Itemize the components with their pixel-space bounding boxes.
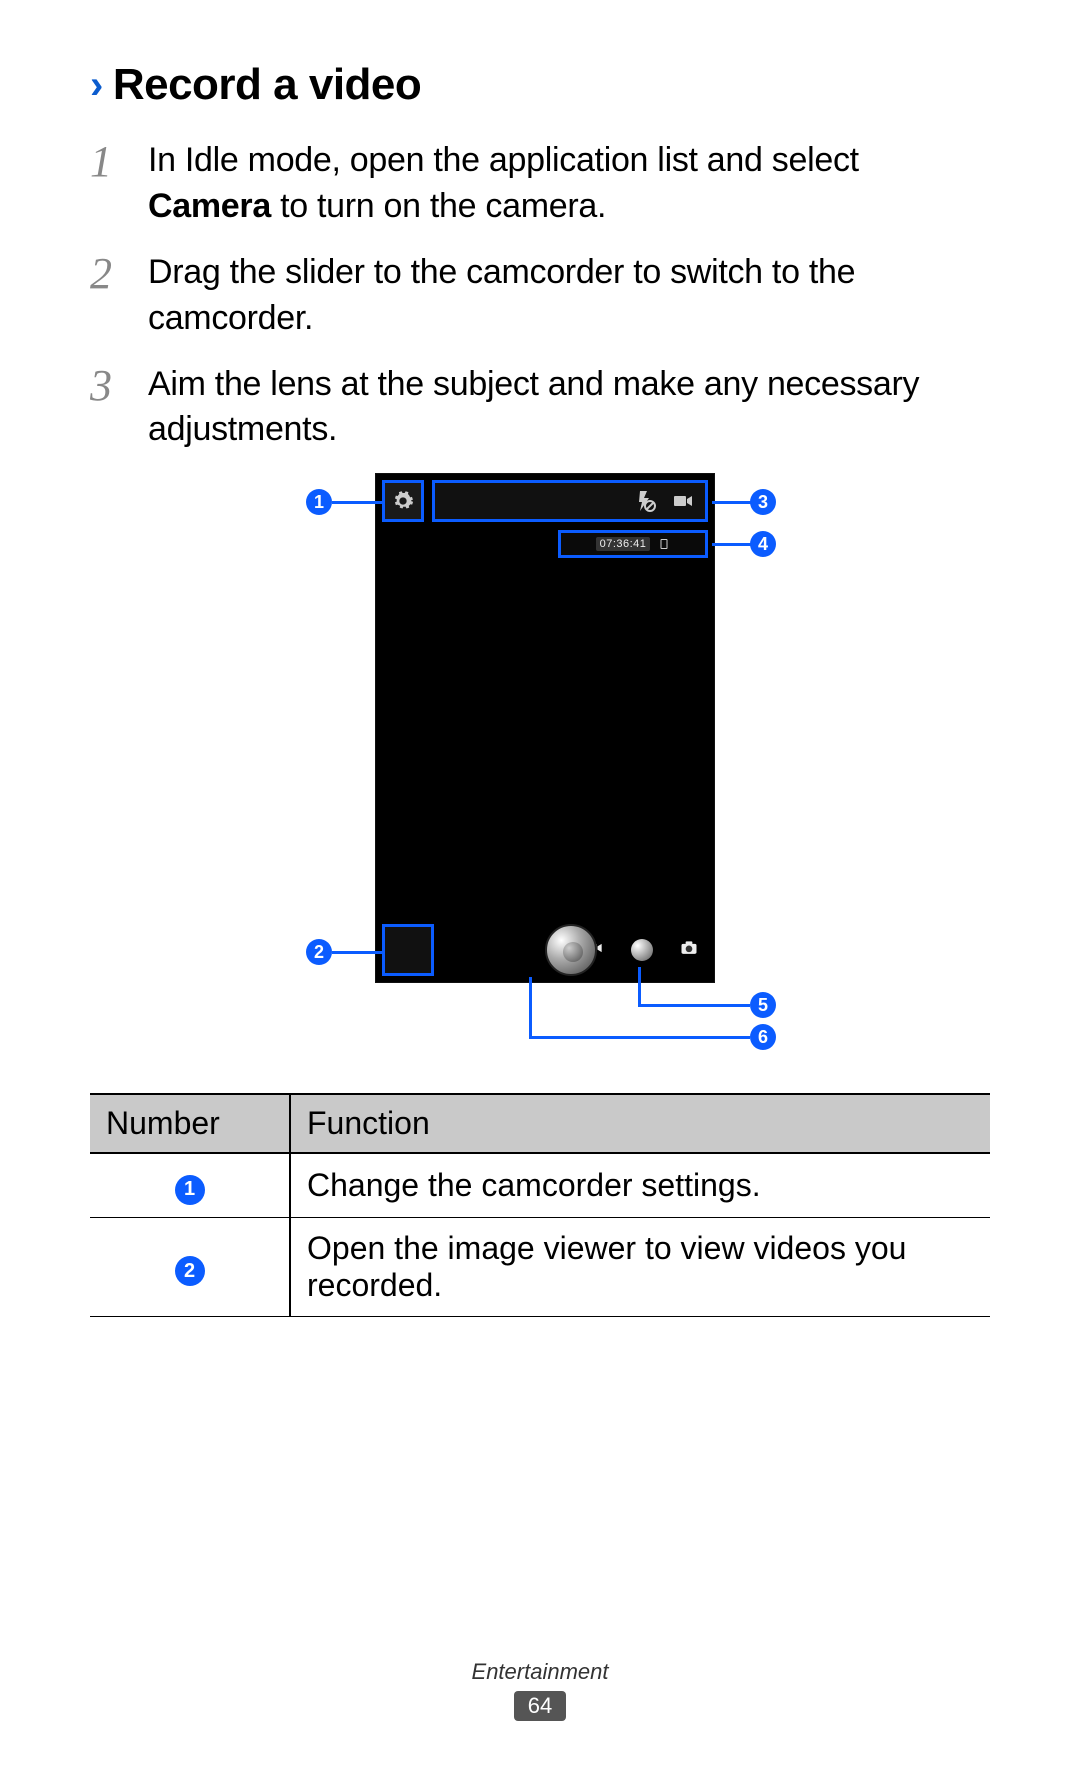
step-number: 1 [90, 138, 124, 184]
record-button[interactable] [545, 924, 597, 976]
row-badge: 1 [175, 1175, 205, 1205]
slider-knob-icon [631, 939, 653, 961]
record-button-inner-icon [563, 942, 583, 962]
row-badge: 2 [175, 1256, 205, 1286]
video-quality-icon [671, 489, 695, 513]
step-number: 2 [90, 250, 124, 296]
recording-time-box: 07:36:41 [558, 530, 708, 558]
function-table: Number Function 1 Change the camcorder s… [90, 1093, 990, 1317]
step-text: In Idle mode, open the application list … [148, 138, 990, 230]
callout-2-connector [332, 951, 382, 954]
flash-off-icon [633, 489, 657, 513]
callout-4: 4 [750, 531, 776, 557]
steps-list: 1 In Idle mode, open the application lis… [90, 138, 990, 453]
step-item: 2 Drag the slider to the camcorder to sw… [90, 250, 990, 342]
callout-6-connector-h [529, 1036, 750, 1039]
step-item: 1 In Idle mode, open the application lis… [90, 138, 990, 230]
footer-page-number: 64 [514, 1691, 566, 1721]
callout-4-connector [712, 543, 752, 546]
step-number: 3 [90, 362, 124, 408]
table-row: 1 Change the camcorder settings. [90, 1153, 990, 1217]
step-text: Aim the lens at the subject and make any… [148, 362, 990, 454]
callout-3: 3 [750, 489, 776, 515]
section-title-text: Record a video [113, 60, 421, 110]
camera-mode-icon [679, 938, 699, 963]
chevron-right-icon: › [90, 63, 103, 108]
step-item: 3 Aim the lens at the subject and make a… [90, 362, 990, 454]
callout-5-connector-h [638, 1004, 750, 1007]
callout-6: 6 [750, 1024, 776, 1050]
table-header-function: Function [290, 1094, 990, 1153]
row-function-text: Change the camcorder settings. [290, 1153, 990, 1217]
shortcut-strip[interactable] [432, 480, 708, 522]
callout-2: 2 [306, 939, 332, 965]
callout-1: 1 [306, 489, 332, 515]
callout-3-connector [712, 501, 752, 504]
camcorder-diagram: 07:36:41 [220, 473, 860, 1063]
row-function-text: Open the image viewer to view videos you… [290, 1217, 990, 1316]
table-header-number: Number [90, 1094, 290, 1153]
callout-1-connector [332, 501, 382, 504]
gear-icon [392, 490, 414, 512]
callout-5: 5 [750, 992, 776, 1018]
phone-screenshot: 07:36:41 [375, 473, 715, 983]
callout-6-connector-v [529, 977, 532, 1039]
storage-icon [658, 537, 670, 551]
recording-time-label: 07:36:41 [596, 537, 651, 551]
section-heading: › Record a video [90, 60, 990, 110]
table-row: 2 Open the image viewer to view videos y… [90, 1217, 990, 1316]
gallery-thumbnail[interactable] [382, 924, 434, 976]
page-footer: Entertainment 64 [0, 1659, 1080, 1721]
step-text: Drag the slider to the camcorder to swit… [148, 250, 990, 342]
footer-category: Entertainment [0, 1659, 1080, 1685]
settings-button[interactable] [382, 480, 424, 522]
callout-5-connector-v [638, 967, 641, 1007]
